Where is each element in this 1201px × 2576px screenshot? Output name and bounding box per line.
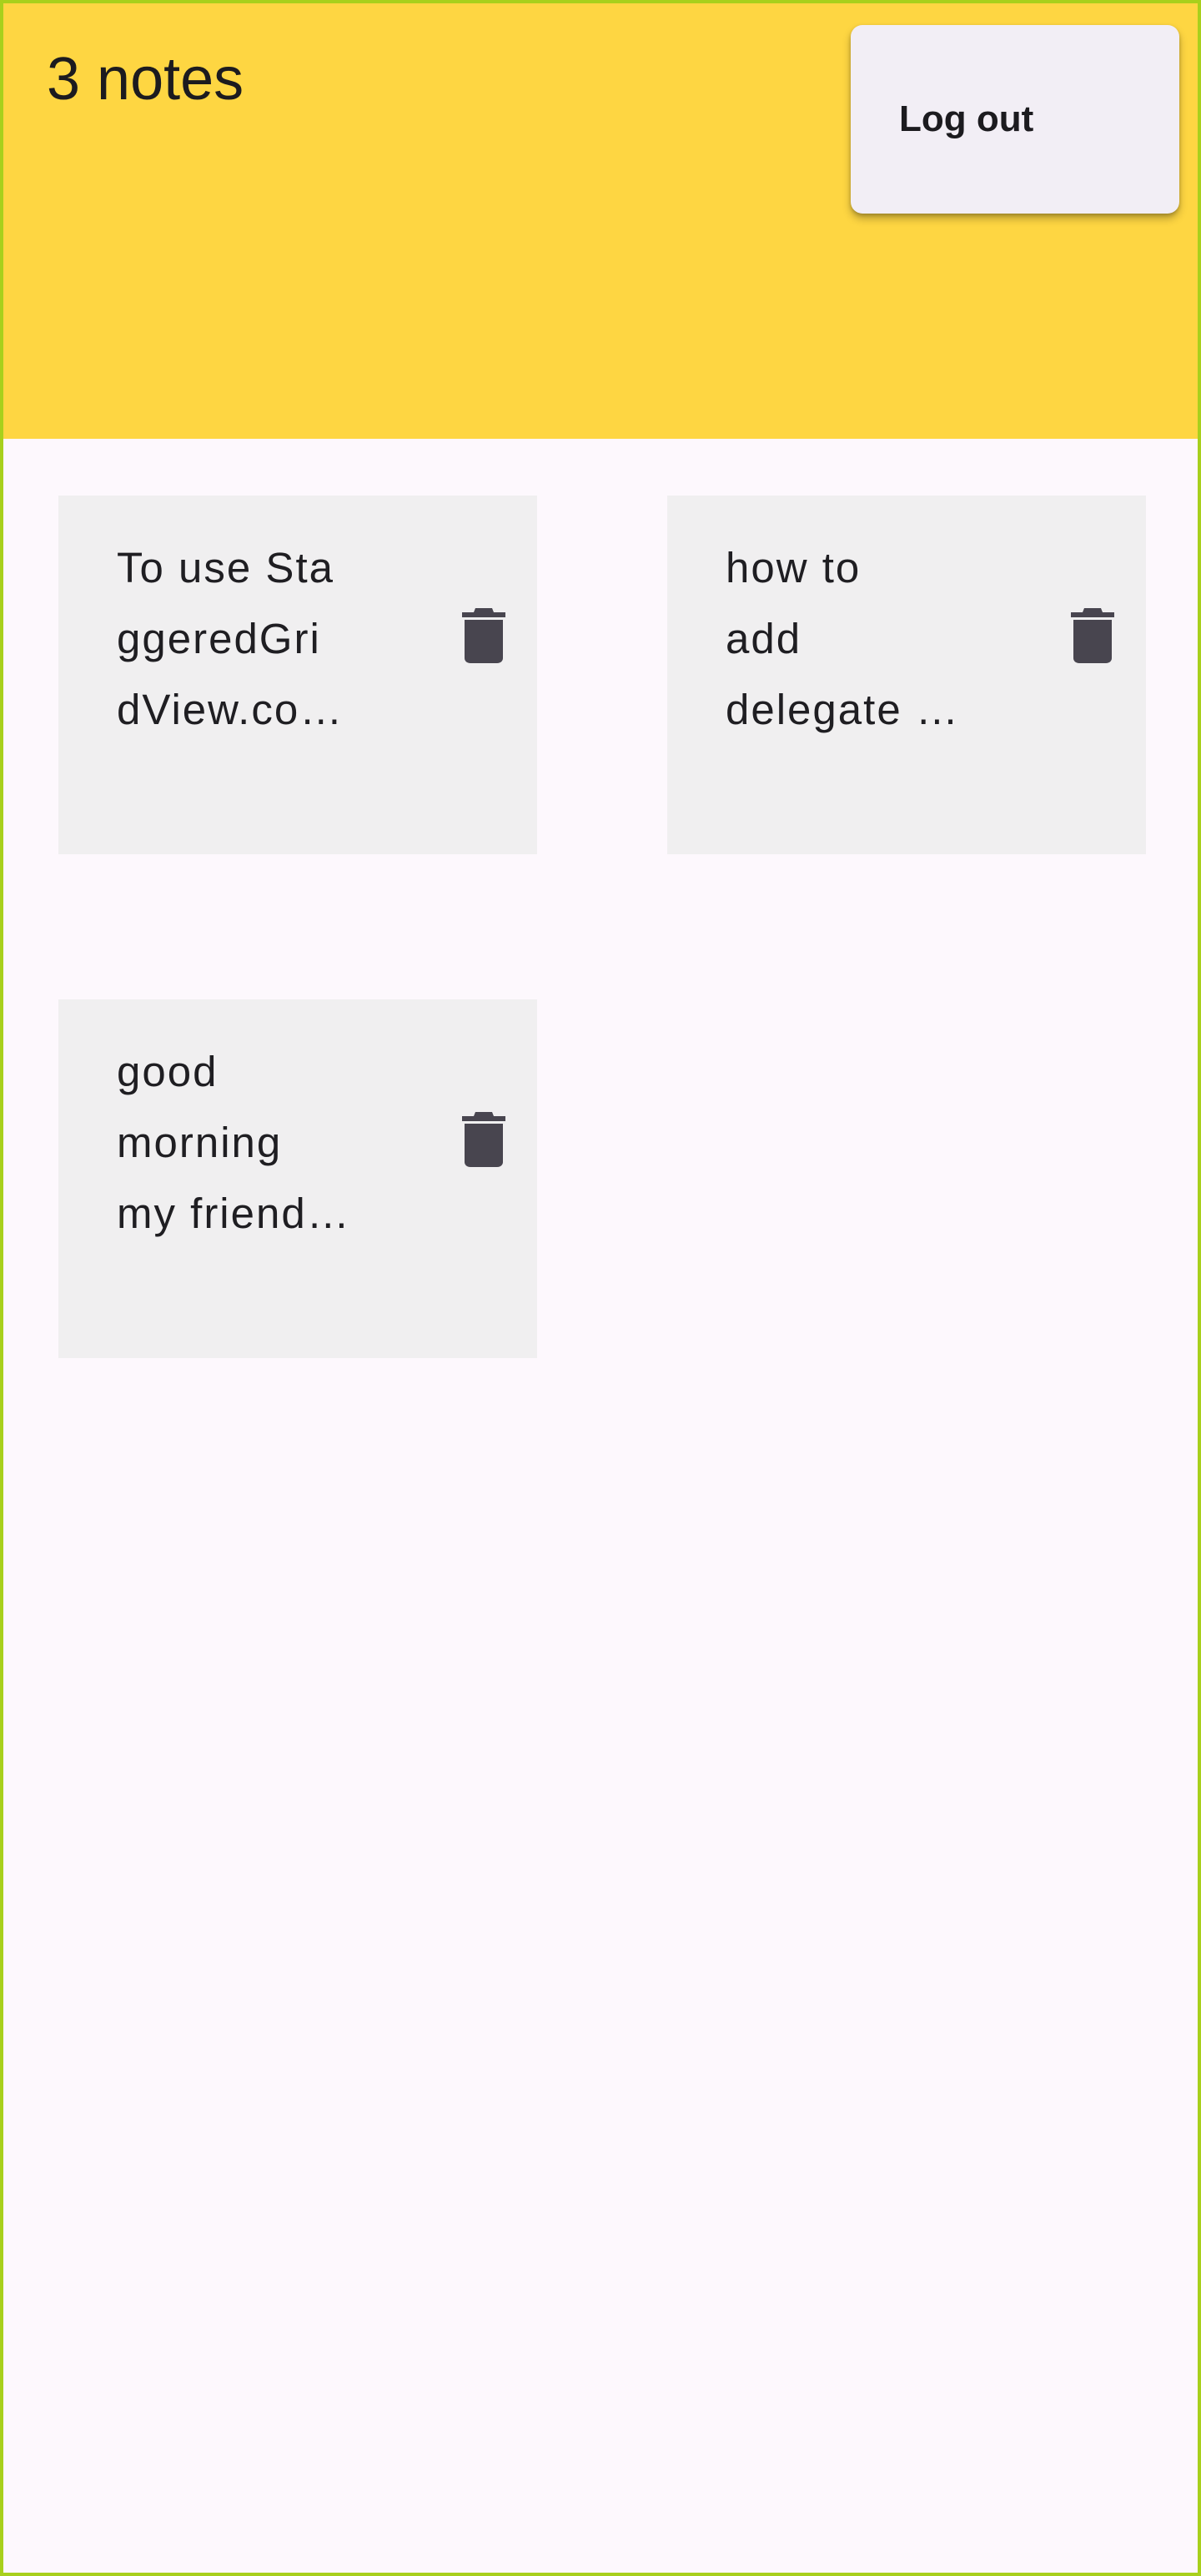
note-card[interactable]: To use Sta ggeredGri dView.co…: [58, 496, 537, 854]
note-text: To use Sta ggeredGri dView.co…: [117, 544, 344, 733]
logout-menu-item[interactable]: Log out: [851, 25, 1179, 214]
note-text: good morning my friend…: [117, 1048, 351, 1237]
overflow-menu: Log out: [851, 25, 1179, 214]
delete-note-button[interactable]: [1059, 596, 1126, 676]
note-text: how to add delegate …: [726, 544, 960, 733]
trash-icon: [462, 1112, 505, 1167]
notes-screen: 3 notes To use Sta ggeredGri dView.co… h…: [0, 0, 1201, 2576]
trash-icon: [462, 608, 505, 663]
delete-note-button[interactable]: [450, 596, 517, 676]
trash-icon: [1071, 608, 1114, 663]
page-title: 3 notes: [47, 46, 244, 113]
note-card[interactable]: good morning my friend…: [58, 999, 537, 1358]
note-card[interactable]: how to add delegate …: [667, 496, 1146, 854]
delete-note-button[interactable]: [450, 1099, 517, 1180]
